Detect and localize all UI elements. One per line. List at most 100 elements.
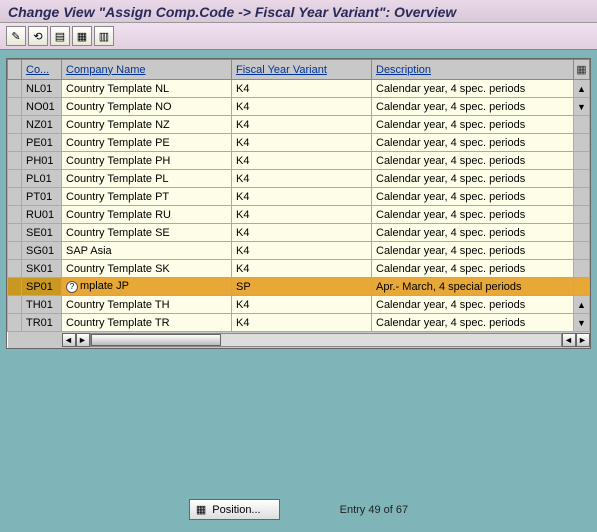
cell-code[interactable]: TH01 xyxy=(22,296,62,314)
table-row[interactable]: PE01Country Template PEK4Calendar year, … xyxy=(8,134,590,152)
vscroll-cell[interactable]: ▼ xyxy=(574,98,590,116)
col-desc[interactable]: Description xyxy=(372,60,574,80)
value-help-icon[interactable]: ? xyxy=(66,281,78,293)
select-block-icon[interactable]: ▦ xyxy=(72,26,92,46)
scroll-right2-icon[interactable]: ► xyxy=(576,333,590,347)
cell-desc[interactable]: Calendar year, 4 spec. periods xyxy=(372,152,574,170)
cell-desc[interactable]: Calendar year, 4 spec. periods xyxy=(372,314,574,332)
vscroll-cell[interactable] xyxy=(574,242,590,260)
row-selector[interactable] xyxy=(8,224,22,242)
cell-name-wrap[interactable]: Country Template TH xyxy=(62,296,232,314)
cell-code[interactable]: SG01 xyxy=(22,242,62,260)
cell-code[interactable]: PH01 xyxy=(22,152,62,170)
row-selector[interactable] xyxy=(8,134,22,152)
row-selector[interactable] xyxy=(8,116,22,134)
cell-desc[interactable]: Calendar year, 4 spec. periods xyxy=(372,224,574,242)
scroll-thumb[interactable] xyxy=(91,334,221,346)
vscroll-cell[interactable] xyxy=(574,224,590,242)
cell-name-wrap[interactable]: Country Template NZ xyxy=(62,116,232,134)
cell-code[interactable]: RU01 xyxy=(22,206,62,224)
scroll-track[interactable] xyxy=(90,333,562,347)
cell-desc[interactable]: Calendar year, 4 spec. periods xyxy=(372,98,574,116)
cell-code[interactable]: PT01 xyxy=(22,188,62,206)
cell-desc[interactable]: Calendar year, 4 spec. periods xyxy=(372,170,574,188)
row-selector[interactable] xyxy=(8,242,22,260)
cell-desc[interactable]: Apr.- March, 4 special periods xyxy=(372,278,574,296)
cell-name-wrap[interactable]: Country Template TR xyxy=(62,314,232,332)
cell-code[interactable]: SE01 xyxy=(22,224,62,242)
cell-variant[interactable]: K4 xyxy=(232,152,372,170)
table-row[interactable]: TR01Country Template TRK4Calendar year, … xyxy=(8,314,590,332)
table-row[interactable]: NO01Country Template NOK4Calendar year, … xyxy=(8,98,590,116)
table-row[interactable]: TH01Country Template THK4Calendar year, … xyxy=(8,296,590,314)
cell-name-wrap[interactable]: Country Template PL xyxy=(62,170,232,188)
cell-variant[interactable]: K4 xyxy=(232,170,372,188)
table-row[interactable]: SK01Country Template SKK4Calendar year, … xyxy=(8,260,590,278)
row-selector[interactable] xyxy=(8,278,22,296)
col-name[interactable]: Company Name xyxy=(62,60,232,80)
deselect-icon[interactable]: ▥ xyxy=(94,26,114,46)
cell-desc[interactable]: Calendar year, 4 spec. periods xyxy=(372,296,574,314)
settings-icon[interactable]: ▦ xyxy=(574,60,590,80)
table-row[interactable]: SE01Country Template SEK4Calendar year, … xyxy=(8,224,590,242)
cell-variant[interactable]: SP xyxy=(232,278,372,296)
undo-icon[interactable]: ⟲ xyxy=(28,26,48,46)
table-row[interactable]: SG01SAP AsiaK4Calendar year, 4 spec. per… xyxy=(8,242,590,260)
vscroll-cell[interactable] xyxy=(574,170,590,188)
row-selector[interactable] xyxy=(8,206,22,224)
cell-code[interactable]: SP01 xyxy=(22,278,62,296)
table-row[interactable]: NL01Country Template NLK4Calendar year, … xyxy=(8,80,590,98)
position-button[interactable]: ▦ Position... xyxy=(189,499,280,520)
row-selector[interactable] xyxy=(8,80,22,98)
vscroll-cell[interactable] xyxy=(574,260,590,278)
table-row[interactable]: RU01Country Template RUK4Calendar year, … xyxy=(8,206,590,224)
row-selector[interactable] xyxy=(8,98,22,116)
cell-desc[interactable]: Calendar year, 4 spec. periods xyxy=(372,260,574,278)
table-row[interactable]: PH01Country Template PHK4Calendar year, … xyxy=(8,152,590,170)
row-selector[interactable] xyxy=(8,170,22,188)
row-selector[interactable] xyxy=(8,260,22,278)
vscroll-cell[interactable] xyxy=(574,278,590,296)
vscroll-cell[interactable] xyxy=(574,188,590,206)
cell-code[interactable]: NZ01 xyxy=(22,116,62,134)
row-selector[interactable] xyxy=(8,188,22,206)
cell-name-wrap[interactable]: Country Template SK xyxy=(62,260,232,278)
row-selector[interactable] xyxy=(8,152,22,170)
cell-variant[interactable]: K4 xyxy=(232,206,372,224)
scroll-right-icon[interactable]: ► xyxy=(76,333,90,347)
col-code[interactable]: Co... xyxy=(22,60,62,80)
cell-name-wrap[interactable]: ?mplate JP xyxy=(62,278,232,296)
row-selector[interactable] xyxy=(8,296,22,314)
cell-variant[interactable]: K4 xyxy=(232,224,372,242)
cell-desc[interactable]: Calendar year, 4 spec. periods xyxy=(372,206,574,224)
cell-name-wrap[interactable]: Country Template PT xyxy=(62,188,232,206)
cell-name-wrap[interactable]: SAP Asia xyxy=(62,242,232,260)
vscroll-cell[interactable]: ▲ xyxy=(574,296,590,314)
vscroll-cell[interactable] xyxy=(574,116,590,134)
cell-desc[interactable]: Calendar year, 4 spec. periods xyxy=(372,242,574,260)
cell-name-wrap[interactable]: Country Template NO xyxy=(62,98,232,116)
cell-name-wrap[interactable]: Country Template PH xyxy=(62,152,232,170)
table-row[interactable]: PT01Country Template PTK4Calendar year, … xyxy=(8,188,590,206)
cell-variant[interactable]: K4 xyxy=(232,188,372,206)
cell-variant[interactable]: K4 xyxy=(232,80,372,98)
select-all-icon[interactable]: ▤ xyxy=(50,26,70,46)
cell-code[interactable]: SK01 xyxy=(22,260,62,278)
vscroll-cell[interactable] xyxy=(574,206,590,224)
cell-name-wrap[interactable]: Country Template SE xyxy=(62,224,232,242)
cell-name-wrap[interactable]: Country Template RU xyxy=(62,206,232,224)
vscroll-cell[interactable] xyxy=(574,134,590,152)
cell-code[interactable]: NO01 xyxy=(22,98,62,116)
cell-variant[interactable]: K4 xyxy=(232,314,372,332)
cell-variant[interactable]: K4 xyxy=(232,116,372,134)
cell-desc[interactable]: Calendar year, 4 spec. periods xyxy=(372,116,574,134)
table-row[interactable]: NZ01Country Template NZK4Calendar year, … xyxy=(8,116,590,134)
cell-variant[interactable]: K4 xyxy=(232,134,372,152)
scroll-left2-icon[interactable]: ◄ xyxy=(562,333,576,347)
cell-code[interactable]: PE01 xyxy=(22,134,62,152)
cell-desc[interactable]: Calendar year, 4 spec. periods xyxy=(372,80,574,98)
cell-name-wrap[interactable]: Country Template NL xyxy=(62,80,232,98)
vscroll-cell[interactable] xyxy=(574,152,590,170)
row-selector[interactable] xyxy=(8,314,22,332)
cell-desc[interactable]: Calendar year, 4 spec. periods xyxy=(372,188,574,206)
